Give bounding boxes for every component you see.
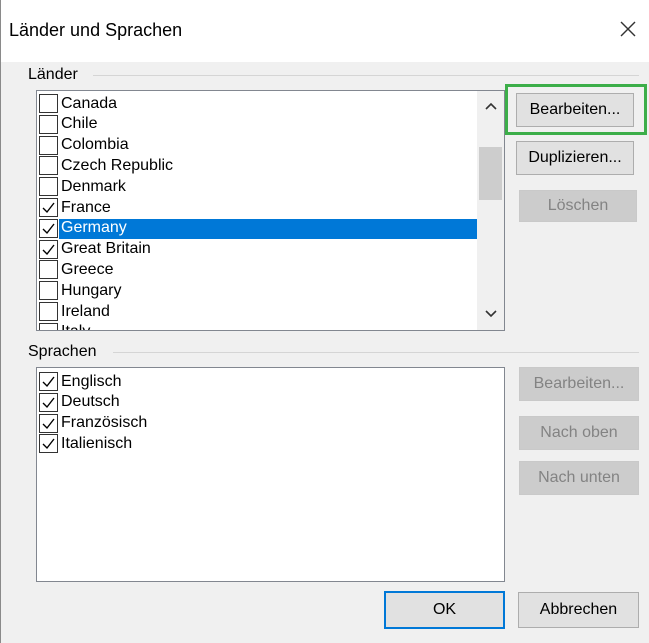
list-item[interactable]: Denmark [39, 176, 127, 197]
list-item-label: Canada [61, 94, 118, 112]
list-item-label: Germany [60, 219, 128, 238]
list-item[interactable]: Great Britain [39, 239, 152, 260]
checkmark-icon [42, 202, 55, 214]
countries-group-label: Länder [28, 66, 84, 84]
checkbox[interactable] [39, 114, 58, 134]
list-item-label: Czech Republic [61, 156, 174, 174]
languages-group-line [113, 352, 639, 353]
countries-scrollbar[interactable] [477, 91, 504, 330]
checkmark-icon [42, 418, 55, 429]
checkbox[interactable] [39, 94, 58, 113]
list-item-label: Chile [61, 115, 98, 133]
move-up-button[interactable]: Nach oben [519, 416, 639, 450]
list-item-label: Denmark [61, 177, 126, 195]
list-item[interactable]: Czech Republic [39, 155, 174, 176]
list-item[interactable]: France [39, 197, 112, 218]
list-item-label: Greece [61, 260, 114, 278]
dialog-window: Länder und Sprachen Länder Canada Chile Co… [0, 0, 649, 643]
languages-listbox[interactable]: Englisch Deutsch Französisch Italienisch [36, 367, 505, 582]
list-item[interactable]: Italienisch [39, 433, 133, 454]
checkbox[interactable] [39, 239, 58, 259]
checkbox[interactable] [39, 135, 58, 155]
list-item[interactable]: Greece [39, 259, 114, 280]
checkbox[interactable] [39, 413, 58, 433]
cancel-button[interactable]: Abbrechen [518, 592, 639, 628]
checkbox[interactable] [39, 281, 58, 301]
checkbox[interactable] [39, 177, 58, 197]
chevron-up-icon [485, 102, 497, 110]
checkbox[interactable] [39, 218, 58, 238]
list-item-label: Englisch [61, 372, 122, 390]
checkbox[interactable] [39, 198, 58, 217]
scroll-up-button[interactable] [477, 95, 504, 117]
duplicate-country-button[interactable]: Duplizieren... [516, 141, 634, 175]
chevron-down-icon [485, 310, 497, 318]
checkmark-icon [42, 244, 55, 255]
list-item[interactable]: Chile [39, 114, 98, 135]
scroll-down-button[interactable] [477, 303, 504, 325]
list-item-label: Ireland [61, 302, 110, 320]
list-item[interactable]: Germany [39, 218, 128, 239]
edit-button-highlight-frame [505, 84, 647, 135]
checkmark-icon [42, 438, 55, 450]
checkbox[interactable] [39, 392, 58, 412]
countries-listbox[interactable]: Canada Chile Colombia Czech Republic Denmark… [36, 90, 505, 331]
list-item[interactable]: Colombia [39, 135, 130, 156]
list-item[interactable]: Hungary [39, 280, 122, 301]
list-item[interactable]: Französisch [39, 413, 148, 434]
checkbox[interactable] [39, 372, 58, 391]
move-down-button[interactable]: Nach unten [519, 461, 639, 495]
checkmark-icon [42, 223, 55, 234]
list-item-label: Italy [60, 323, 91, 330]
checkmark-icon [42, 376, 55, 388]
list-item-label: Great Britain [61, 240, 151, 258]
close-button[interactable] [613, 14, 643, 44]
title-bar: Länder und Sprachen [1, 0, 649, 62]
list-item-label: Italienisch [61, 434, 133, 452]
edit-language-button[interactable]: Bearbeiten... [519, 367, 639, 401]
delete-country-button[interactable]: Löschen [519, 190, 637, 222]
list-item-label: Französisch [61, 414, 148, 432]
languages-group-label: Sprachen [28, 343, 103, 361]
close-icon [620, 21, 636, 37]
dialog-title: Länder und Sprachen [9, 20, 183, 40]
list-item-label: Deutsch [61, 393, 120, 411]
ok-button[interactable]: OK [384, 591, 505, 629]
list-item[interactable]: Deutsch [39, 392, 121, 413]
checkbox[interactable] [39, 434, 58, 454]
checkbox[interactable] [39, 156, 58, 176]
countries-group-line [93, 75, 639, 76]
scroll-thumb[interactable] [479, 147, 502, 200]
checkmark-icon [42, 397, 55, 408]
list-item-label: Colombia [61, 136, 129, 154]
list-item[interactable]: Canada [39, 93, 118, 114]
list-item[interactable]: Ireland [39, 301, 111, 322]
checkbox[interactable] [39, 322, 58, 330]
checkbox[interactable] [39, 302, 58, 321]
list-item[interactable]: Englisch [39, 371, 122, 392]
list-item-label: Hungary [61, 281, 122, 299]
list-item[interactable]: Italy [39, 322, 91, 330]
checkbox[interactable] [39, 260, 58, 280]
list-item-label: France [61, 198, 111, 216]
